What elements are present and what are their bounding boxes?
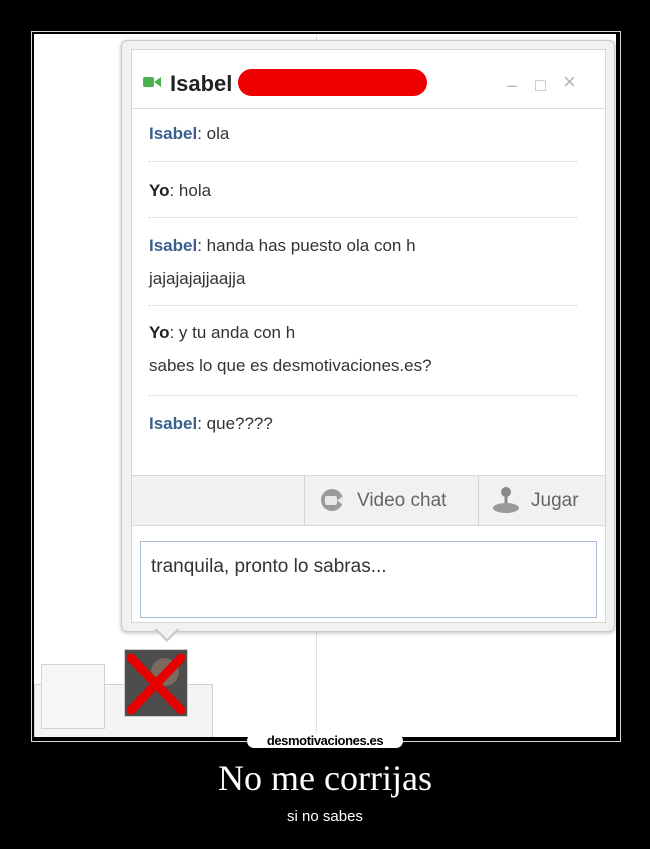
video-camera-icon [143, 77, 161, 87]
minimize-icon[interactable]: – [507, 76, 517, 94]
chat-action-bar: Video chat Jugar [132, 475, 605, 526]
avatar[interactable] [124, 649, 188, 717]
message: Isabel: handa has puesto ola con h jajaj… [149, 236, 416, 288]
video-chat-label: Video chat [357, 490, 447, 511]
message-text: jajajajajjaajja [149, 269, 246, 288]
screenshot-area: 6 1 2 o 3 Isabel – □ × Isabel: ola [34, 34, 616, 737]
message-separator [149, 161, 577, 162]
close-icon[interactable]: × [563, 71, 576, 93]
video-chat-icon [321, 489, 343, 511]
joystick-icon [493, 487, 519, 513]
message-separator [149, 305, 577, 306]
video-chat-button[interactable]: Video chat [305, 476, 478, 525]
poster-subtitle: si no sabes [287, 808, 363, 825]
redaction-mark [238, 69, 427, 96]
chat-panel: Isabel – □ × Isabel: ola Yo: hola Isabel… [131, 49, 606, 623]
play-label: Jugar [531, 490, 579, 511]
site-watermark: desmotivaciones.es [247, 734, 403, 748]
chat-pointer-fill [156, 628, 178, 639]
message-input-value: tranquila, pronto lo sabras... [151, 556, 387, 577]
cross-out-icon [125, 650, 187, 716]
message-text: y tu anda con h [178, 323, 296, 342]
message-sender: Yo [149, 181, 170, 200]
message: Isabel: que???? [149, 414, 273, 433]
play-button[interactable]: Jugar [479, 476, 597, 525]
message-input[interactable]: tranquila, pronto lo sabras... [140, 541, 597, 618]
message-text: handa has puesto ola con h [206, 236, 416, 255]
message-text: que???? [206, 414, 273, 433]
contact-name: Isabel [170, 71, 233, 96]
message-sender: Isabel [149, 124, 198, 143]
dock-tile[interactable] [41, 664, 105, 729]
message-sender: Isabel [149, 236, 198, 255]
message-text: ola [206, 124, 230, 143]
message-text: hola [178, 181, 212, 200]
chat-window: Isabel – □ × Isabel: ola Yo: hola Isabel… [121, 40, 615, 632]
message: Isabel: ola [149, 124, 230, 143]
message-separator [149, 217, 577, 218]
message-sender: Yo [149, 323, 170, 342]
maximize-icon[interactable]: □ [535, 76, 546, 94]
message-separator [149, 395, 577, 396]
message: Yo: y tu anda con h sabes lo que es desm… [149, 323, 432, 375]
chat-titlebar[interactable]: Isabel – □ × [132, 50, 605, 109]
message-text: sabes lo que es desmotivaciones.es? [149, 356, 432, 375]
poster-title: No me corrijas [218, 758, 432, 798]
message-sender: Isabel [149, 414, 198, 433]
message: Yo: hola [149, 181, 212, 200]
